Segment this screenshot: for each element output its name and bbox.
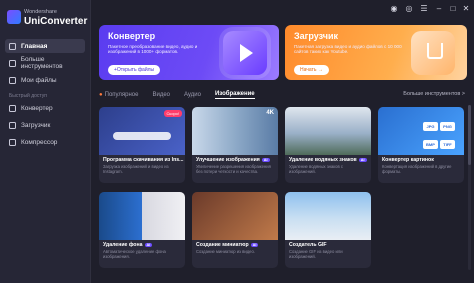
user-icon[interactable]: ◉ — [390, 5, 398, 13]
download-icon — [411, 31, 455, 75]
sidebar-item-my-files[interactable]: Мои файлы — [5, 73, 85, 87]
scrollbar-thumb[interactable] — [468, 105, 471, 165]
quick-access-label: Быстрый доступ — [9, 93, 47, 99]
card-title: Конвертер картинок — [382, 157, 434, 163]
download-icon — [9, 121, 16, 129]
sidebar-item-label: Загрузчик — [21, 121, 51, 129]
more-tools-link[interactable]: Больше инструментов > — [403, 91, 465, 97]
card-thumbnail — [285, 107, 371, 155]
card-desc: Увеличение разрешения изображения без по… — [196, 164, 271, 174]
card-title: Улучшение изображения AI — [196, 157, 270, 163]
url-bar — [113, 132, 171, 140]
headset-icon[interactable]: ◎ — [405, 5, 413, 13]
card-watermark-remover[interactable]: Удаление водяных знаков AI Удаление водян… — [285, 107, 371, 183]
format-chip: BMP — [423, 140, 438, 149]
sidebar-item-label: Компрессор — [21, 138, 58, 146]
sidebar-item-label: Больше инструментов — [20, 56, 63, 70]
card-desc: Загрузка изображений и видео из Instagra… — [103, 164, 169, 174]
home-icon — [9, 42, 16, 50]
tab-label: Популярное — [104, 92, 139, 98]
app-window: Wondershare UniConverter Главная Больше … — [0, 0, 474, 283]
card-image-enhancer[interactable]: 4K Улучшение изображения AI Увеличение ра… — [192, 107, 278, 183]
minimize-icon[interactable]: – — [435, 5, 443, 13]
tab-audio[interactable]: Аудио — [184, 92, 201, 98]
card-instagram-downloader[interactable]: Скоро! Программа скачивания из Ins... За… — [99, 107, 185, 183]
tab-popular[interactable]: ● Популярное — [99, 92, 138, 98]
tab-image[interactable]: Изображение — [214, 91, 255, 99]
card-title-text: Улучшение изображения — [196, 157, 260, 163]
card-desc: Конвертация изображений в другие форматы… — [382, 164, 452, 174]
card-background-remover[interactable]: Удаление фона AI Автоматическое удаление … — [99, 192, 185, 268]
card-title-text: Удаление водяных знаков — [289, 157, 357, 163]
start-button[interactable]: Начать → — [294, 65, 329, 75]
sidebar-item-converter[interactable]: Конвертер — [5, 101, 85, 115]
card-thumbnail — [285, 192, 371, 240]
card-thumbnail: JPG PNGBMP TIFF — [378, 107, 464, 155]
converter-desc: Пакетное преобразование видео, аудио и и… — [108, 44, 198, 55]
card-thumbnail-maker[interactable]: Создание миниатюр AI Создание миниатюр из… — [192, 192, 278, 268]
card-title-text: Удаление фона — [103, 242, 143, 248]
sidebar-item-label: Конвертер — [21, 104, 53, 112]
sidebar-item-home[interactable]: Главная — [5, 39, 85, 53]
convert-icon — [9, 104, 16, 112]
brand-name: UniConverter — [24, 16, 88, 27]
fire-icon: ● — [99, 92, 103, 98]
converter-banner[interactable]: Конвертер Пакетное преобразование видео,… — [99, 25, 279, 80]
sidebar-item-more-tools[interactable]: Больше инструментов — [5, 56, 85, 70]
sidebar-item-label: Мои файлы — [21, 76, 57, 84]
downloader-banner[interactable]: Загрузчик Пакетная загрузка видео и ауди… — [285, 25, 467, 80]
card-gif-maker[interactable]: Создатель GIF Создание GIF из видео или … — [285, 192, 371, 268]
compress-icon — [9, 138, 16, 146]
ai-badge: AI — [261, 157, 270, 162]
format-chip: PNG — [440, 122, 455, 131]
format-chips: JPG PNGBMP TIFF — [422, 115, 458, 151]
converter-title: Конвертер — [108, 31, 156, 41]
menu-icon[interactable]: ☰ — [420, 5, 428, 13]
4k-label: 4K — [266, 110, 274, 116]
card-title: Создание миниатюр AI — [196, 242, 259, 248]
card-desc: Создание GIF из видео или изображений. — [289, 249, 343, 259]
sidebar-item-compressor[interactable]: Компрессор — [5, 135, 85, 149]
folder-icon — [9, 76, 16, 84]
ai-badge: AI — [358, 157, 367, 162]
coming-soon-badge: Скоро! — [163, 110, 182, 117]
scrollbar[interactable] — [468, 105, 471, 270]
ai-badge: AI — [144, 242, 153, 247]
close-icon[interactable]: ✕ — [462, 5, 470, 13]
card-title: Удаление водяных знаков AI — [289, 157, 367, 163]
format-chip: JPG — [423, 122, 438, 131]
downloader-title: Загрузчик — [294, 31, 339, 41]
card-image-converter[interactable]: JPG PNGBMP TIFF Конвертер картинок Конверт… — [378, 107, 464, 183]
sidebar-item-label: Главная — [21, 42, 48, 50]
uniconverter-logo-icon — [7, 10, 21, 24]
card-desc: Создание миниатюр из видео. — [196, 249, 255, 254]
card-title-text: Создание миниатюр — [196, 242, 249, 248]
sidebar-item-downloader[interactable]: Загрузчик — [5, 118, 85, 132]
card-title: Удаление фона AI — [103, 242, 153, 248]
card-thumbnail — [192, 192, 278, 240]
tools-icon — [9, 59, 16, 67]
card-title: Программа скачивания из Ins... — [103, 157, 184, 163]
card-thumbnail — [99, 192, 185, 240]
tab-video[interactable]: Видео — [152, 92, 170, 98]
sidebar: Wondershare UniConverter Главная Больше … — [0, 0, 91, 283]
format-chip: TIFF — [440, 140, 455, 149]
card-desc: Удаление водяных знаков с изображений. — [289, 164, 343, 174]
ai-badge: AI — [250, 242, 259, 247]
card-desc: Автоматическое удаление фона изображения… — [103, 249, 166, 259]
brand-sub: Wondershare — [24, 9, 57, 15]
downloader-desc: Пакетная загрузка видео и аудио файлов с… — [294, 44, 402, 55]
maximize-icon[interactable]: □ — [449, 5, 457, 13]
play-icon — [223, 31, 267, 75]
card-thumbnail: 4K — [192, 107, 278, 155]
card-title: Создатель GIF — [289, 242, 327, 248]
open-files-button[interactable]: +Открыть файлы — [108, 65, 161, 75]
